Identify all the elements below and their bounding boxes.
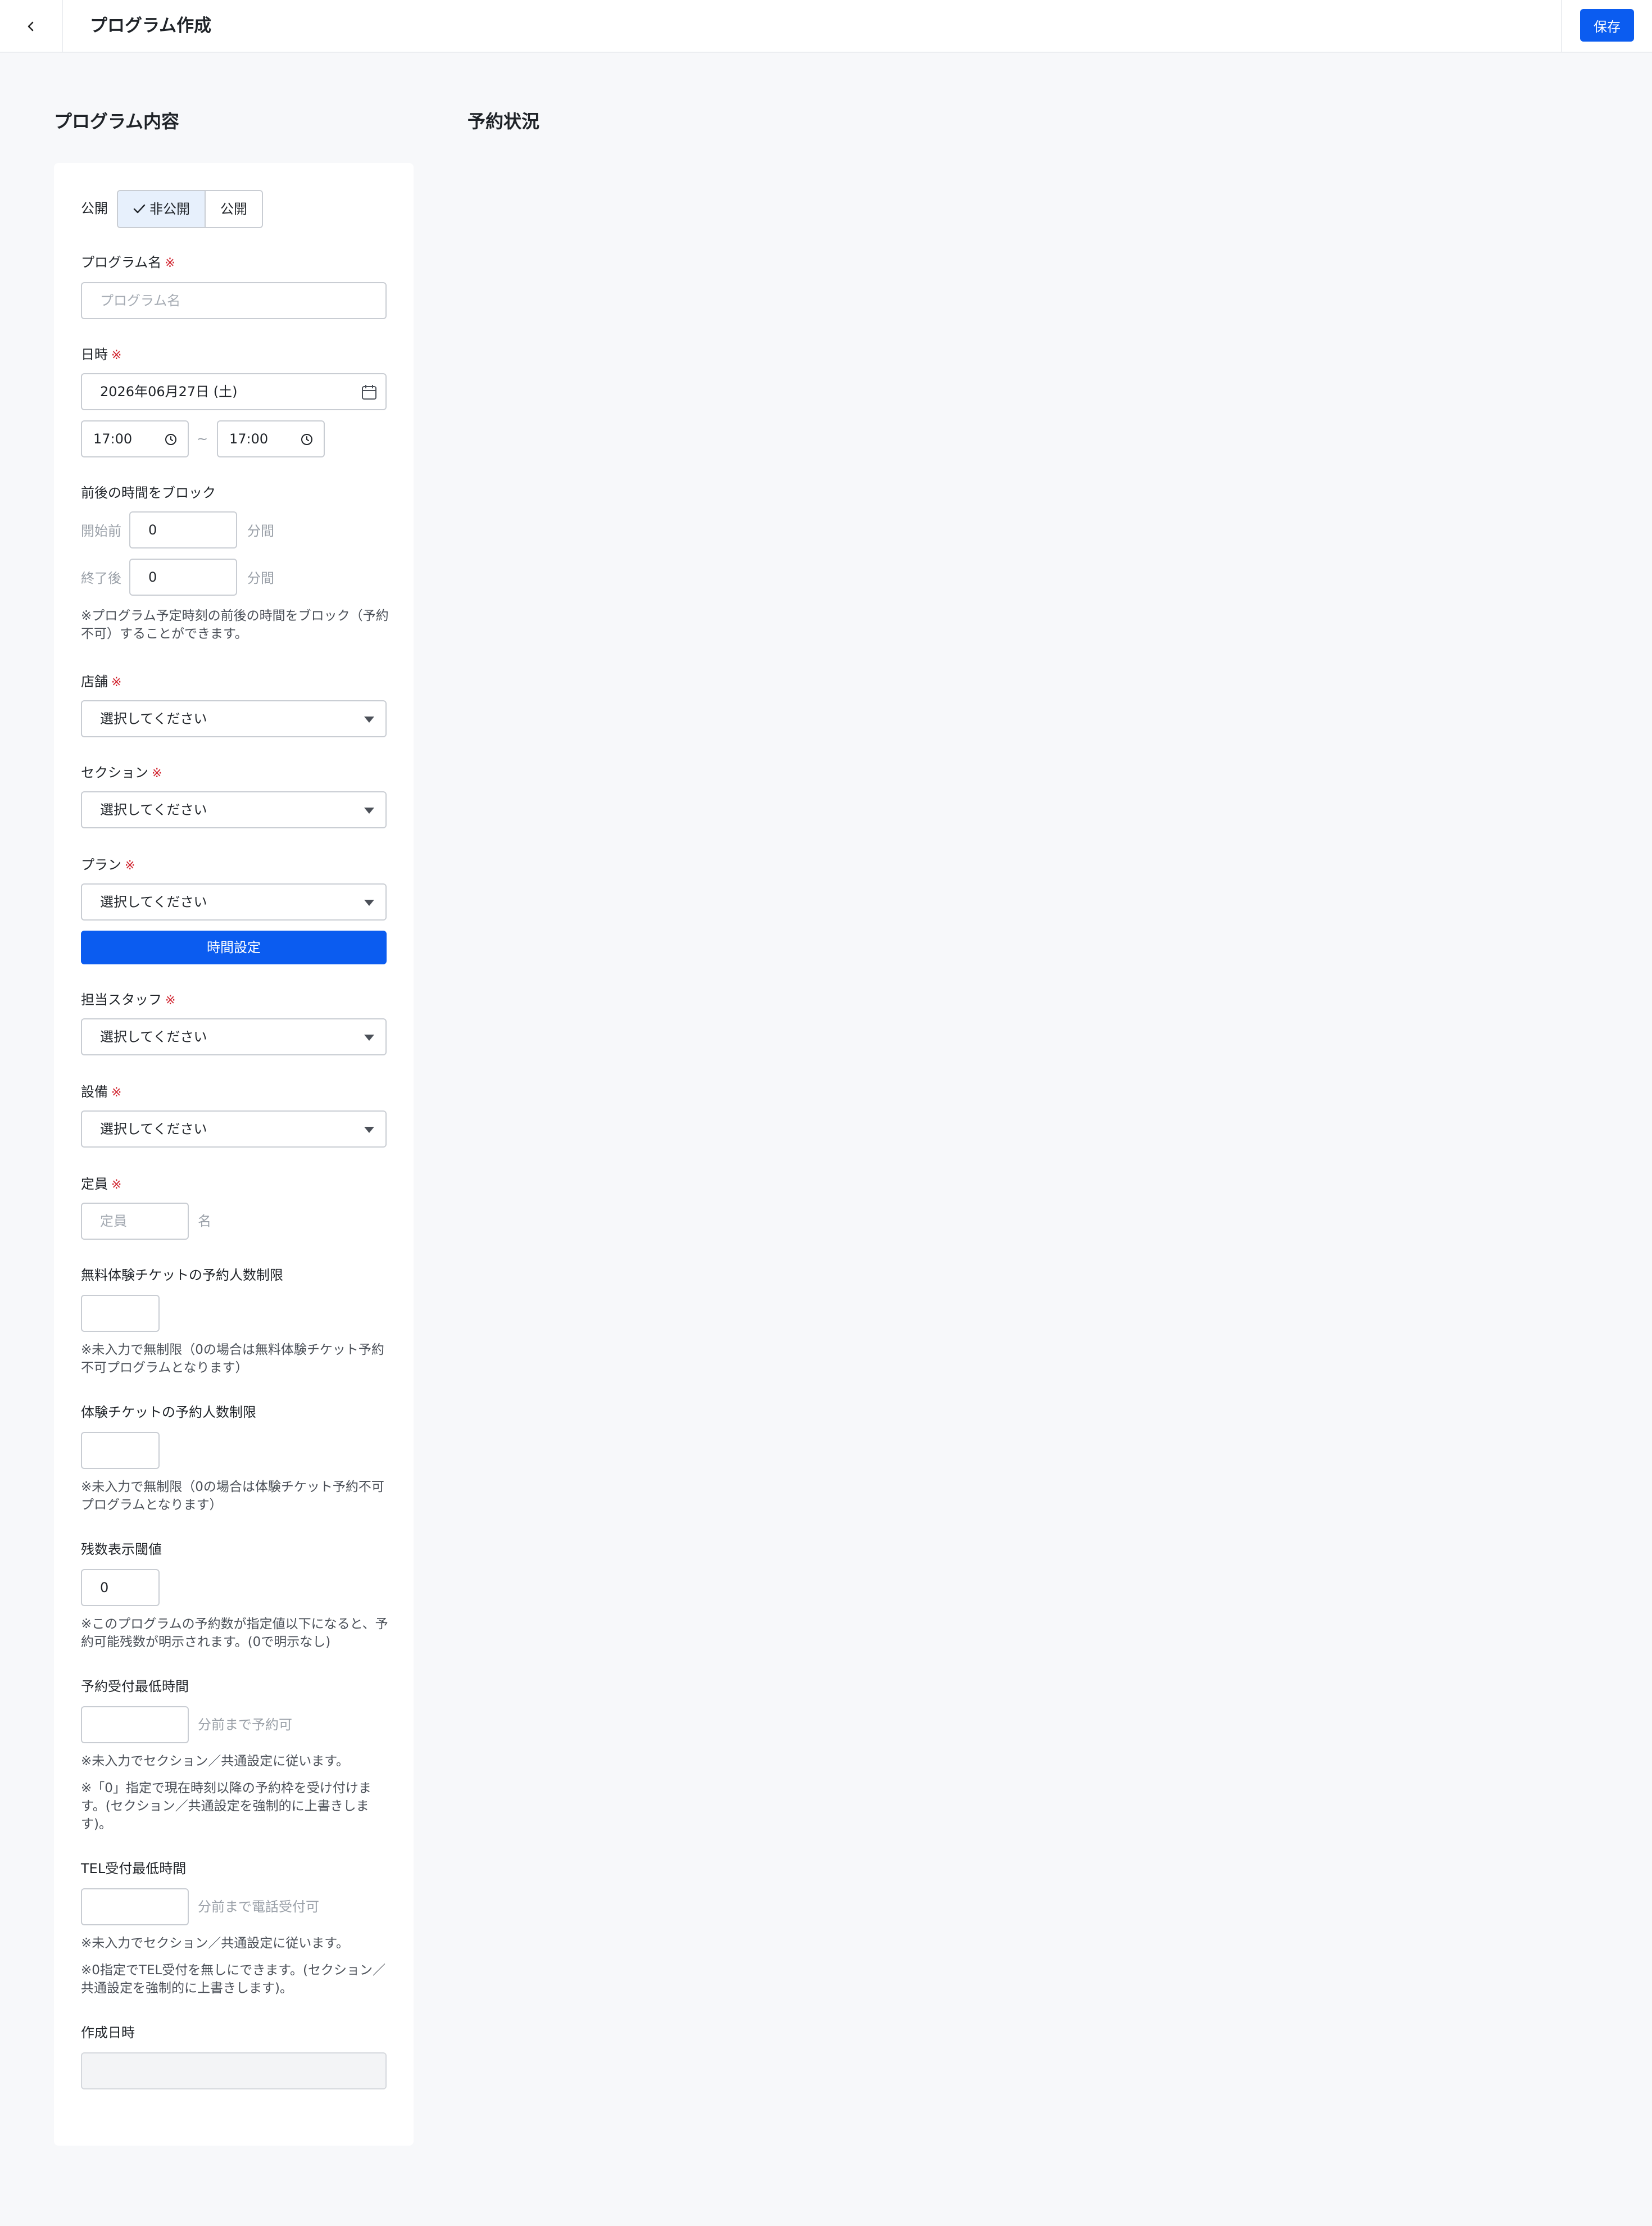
section-label-text: セクション bbox=[81, 765, 148, 781]
free-trial-limit-note: ※未入力で無制限（0の場合は無料体験チケット予約不可プログラムとなります） bbox=[81, 1343, 384, 1375]
capacity-unit: 名 bbox=[198, 1213, 211, 1229]
top-header: プログラム作成 保存 bbox=[0, 0, 1652, 53]
store-select[interactable]: 選択してください bbox=[81, 700, 387, 737]
toggle-public[interactable]: 公開 bbox=[206, 191, 262, 227]
caret-down-icon bbox=[364, 717, 374, 723]
datetime-label-text: 日時 bbox=[81, 347, 108, 362]
staff-select-value: 選択してください bbox=[100, 1029, 207, 1045]
start-time-input[interactable]: 17:00 bbox=[81, 420, 189, 457]
before-unit: 分間 bbox=[247, 523, 274, 539]
clock-icon bbox=[165, 434, 176, 445]
program-content-title: プログラム内容 bbox=[54, 111, 180, 132]
toggle-private-label: 非公開 bbox=[149, 201, 190, 217]
tel-min-time-label: TEL受付最低時間 bbox=[81, 1861, 187, 1876]
section-label: セクション ※ bbox=[81, 763, 162, 783]
clock-icon bbox=[301, 434, 312, 445]
free-trial-limit-input[interactable] bbox=[81, 1295, 160, 1332]
remaining-threshold-note: ※このプログラムの予約数が指定値以下になると、予約可能残数が明示されます。(0で… bbox=[81, 1617, 388, 1649]
trial-limit-note: ※未入力で無制限（0の場合は体験チケット予約不可プログラムとなります） bbox=[81, 1480, 384, 1512]
trial-limit-input[interactable] bbox=[81, 1432, 160, 1469]
caret-down-icon bbox=[364, 808, 374, 814]
tel-min-time-suffix: 分前まで電話受付可 bbox=[198, 1899, 319, 1915]
end-time-value: 17:00 bbox=[229, 431, 269, 447]
program-name-label: プログラム名 ※ bbox=[81, 253, 175, 273]
min-booking-time-suffix: 分前まで予約可 bbox=[198, 1717, 292, 1733]
after-unit: 分間 bbox=[247, 570, 274, 586]
remaining-threshold-label: 残数表示閾値 bbox=[81, 1542, 162, 1557]
publish-label: 公開 bbox=[81, 201, 108, 216]
required-mark: ※ bbox=[165, 256, 175, 270]
plan-select-value: 選択してください bbox=[100, 894, 207, 910]
page-title: プログラム作成 bbox=[90, 16, 212, 36]
required-mark: ※ bbox=[111, 675, 122, 690]
equipment-select[interactable]: 選択してください bbox=[81, 1110, 387, 1148]
chevron-left-icon bbox=[28, 21, 34, 31]
plan-label-text: プラン bbox=[81, 857, 121, 873]
before-label: 開始前 bbox=[81, 523, 121, 539]
check-icon bbox=[133, 204, 146, 214]
program-name-label-text: プログラム名 bbox=[81, 255, 162, 270]
capacity-label-text: 定員 bbox=[81, 1176, 108, 1192]
block-label: 前後の時間をブロック bbox=[81, 485, 216, 501]
program-form-card: 公開 非公開 公開 プログラム名 ※ プログラム名 日時 ※ 2026年06月27日… bbox=[54, 163, 414, 2146]
required-mark: ※ bbox=[111, 348, 122, 362]
staff-label: 担当スタッフ ※ bbox=[81, 990, 175, 1010]
start-time-value: 17:00 bbox=[93, 431, 133, 447]
reservation-status-title: 予約状況 bbox=[468, 111, 540, 132]
time-separator: ~ bbox=[197, 431, 208, 447]
required-mark: ※ bbox=[111, 1086, 122, 1100]
required-mark: ※ bbox=[152, 767, 162, 781]
remaining-threshold-input[interactable]: 0 bbox=[81, 1569, 160, 1606]
min-booking-time-note-2: ※「0」指定で現在時刻以降の予約枠を受け付けます。(セクション／共通設定を強制的… bbox=[81, 1781, 371, 1831]
after-label: 終了後 bbox=[81, 570, 121, 586]
before-minutes-input[interactable]: 0 bbox=[129, 511, 237, 548]
store-select-value: 選択してください bbox=[100, 711, 207, 727]
staff-label-text: 担当スタッフ bbox=[81, 992, 162, 1008]
date-input[interactable]: 2026年06月27日 (土) bbox=[81, 373, 387, 410]
tel-min-time-note-2: ※0指定でTEL受付を無しにできます。(セクション／共通設定を強制的に上書きしま… bbox=[81, 1963, 385, 1996]
datetime-label: 日時 ※ bbox=[81, 345, 121, 365]
tel-min-time-note-1: ※未入力でセクション／共通設定に従います。 bbox=[81, 1936, 349, 1951]
end-time-input[interactable]: 17:00 bbox=[217, 420, 325, 457]
trial-limit-label: 体験チケットの予約人数制限 bbox=[81, 1404, 256, 1420]
capacity-label: 定員 ※ bbox=[81, 1175, 121, 1195]
caret-down-icon bbox=[364, 1127, 374, 1133]
store-label: 店舗 ※ bbox=[81, 672, 121, 692]
publish-toggle: 非公開 公開 bbox=[117, 190, 263, 228]
store-label-text: 店舗 bbox=[81, 674, 108, 690]
block-note: ※プログラム予定時刻の前後の時間をブロック（予約不可）することができます。 bbox=[81, 609, 389, 641]
equipment-label-text: 設備 bbox=[81, 1084, 108, 1100]
calendar-icon bbox=[362, 385, 376, 400]
program-name-input[interactable]: プログラム名 bbox=[81, 282, 387, 319]
save-button[interactable]: 保存 bbox=[1580, 9, 1634, 42]
required-mark: ※ bbox=[111, 1178, 122, 1192]
plan-label: プラン ※ bbox=[81, 855, 135, 876]
back-button[interactable] bbox=[0, 0, 63, 53]
toggle-private[interactable]: 非公開 bbox=[118, 191, 206, 227]
after-minutes-input[interactable]: 0 bbox=[129, 559, 237, 596]
equipment-label: 設備 ※ bbox=[81, 1082, 121, 1103]
plan-select[interactable]: 選択してください bbox=[81, 883, 387, 921]
tel-min-time-input[interactable] bbox=[81, 1888, 189, 1925]
required-mark: ※ bbox=[165, 994, 176, 1008]
header-divider bbox=[1561, 0, 1562, 53]
free-trial-limit-label: 無料体験チケットの予約人数制限 bbox=[81, 1267, 283, 1283]
created-at-field bbox=[81, 2052, 387, 2089]
min-booking-time-label: 予約受付最低時間 bbox=[81, 1679, 189, 1694]
date-value: 2026年06月27日 (土) bbox=[100, 384, 238, 400]
capacity-input[interactable]: 定員 bbox=[81, 1203, 189, 1240]
equipment-select-value: 選択してください bbox=[100, 1121, 207, 1137]
min-booking-time-note-1: ※未入力でセクション／共通設定に従います。 bbox=[81, 1754, 349, 1769]
min-booking-time-input[interactable] bbox=[81, 1706, 189, 1743]
section-select-value: 選択してください bbox=[100, 802, 207, 818]
caret-down-icon bbox=[364, 1035, 374, 1041]
required-mark: ※ bbox=[125, 859, 135, 873]
time-setting-button[interactable]: 時間設定 bbox=[81, 931, 387, 964]
staff-select[interactable]: 選択してください bbox=[81, 1018, 387, 1055]
created-at-label: 作成日時 bbox=[81, 2025, 135, 2041]
section-select[interactable]: 選択してください bbox=[81, 791, 387, 828]
caret-down-icon bbox=[364, 900, 374, 906]
